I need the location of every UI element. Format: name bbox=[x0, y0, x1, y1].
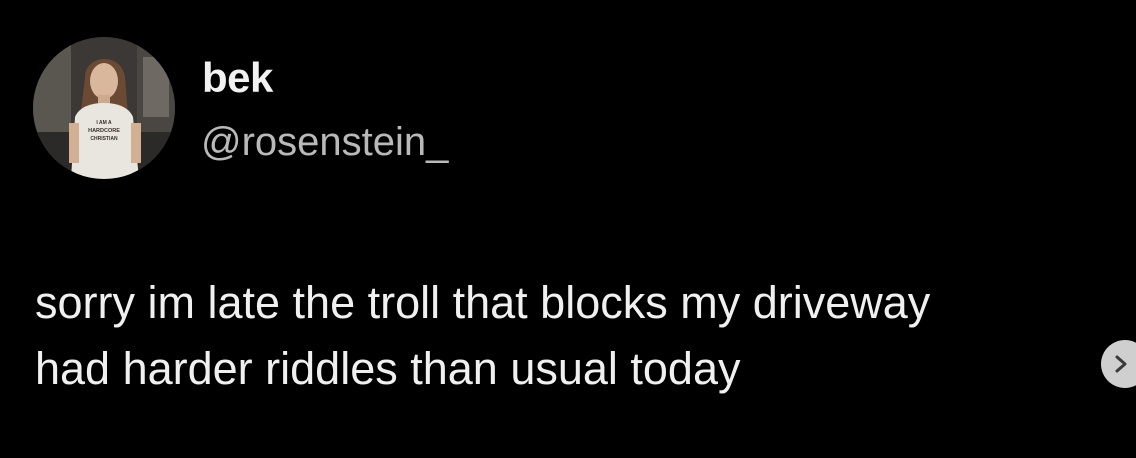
avatar-photo: I AM A HARDCORE CHRISTIAN bbox=[33, 37, 175, 179]
user-handle[interactable]: @rosenstein_ bbox=[201, 117, 448, 167]
shirt-print-line-1: I AM A bbox=[96, 120, 112, 126]
shirt-print-line-2: HARDCORE bbox=[88, 128, 120, 134]
tweet-body: sorry im late the troll that blocks my d… bbox=[35, 270, 1115, 402]
tweet-text-line: had harder riddles than usual today bbox=[35, 343, 741, 394]
display-name[interactable]: bek bbox=[202, 52, 273, 104]
tweet-card: I AM A HARDCORE CHRISTIAN bek @rosenstei… bbox=[0, 0, 1136, 458]
tweet-text-line: sorry im late the troll that blocks my d… bbox=[35, 277, 931, 328]
avatar[interactable]: I AM A HARDCORE CHRISTIAN bbox=[33, 37, 175, 179]
shirt-print-line-3: CHRISTIAN bbox=[90, 136, 118, 142]
chevron-right-icon bbox=[1115, 355, 1127, 373]
